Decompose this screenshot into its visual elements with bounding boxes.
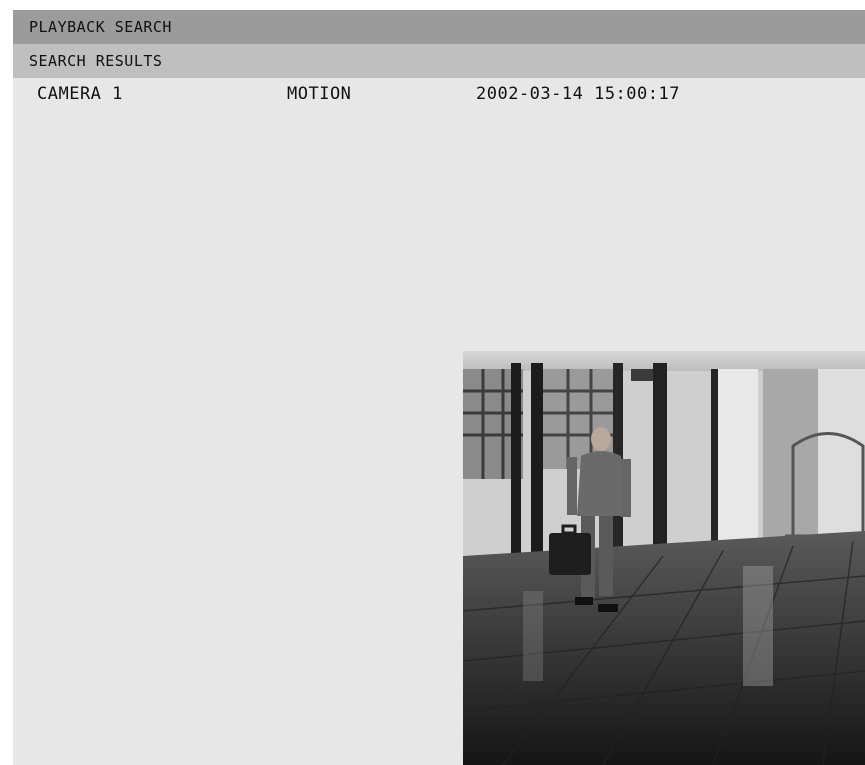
screen-title: PLAYBACK SEARCH <box>29 18 172 36</box>
result-event-type: MOTION <box>287 84 352 104</box>
camera-snapshot-image <box>463 351 865 765</box>
playback-preview[interactable] <box>463 351 865 765</box>
playback-search-screen: PLAYBACK SEARCH SEARCH RESULTS CAMERA 1 … <box>13 10 865 765</box>
result-row[interactable]: CAMERA 1 MOTION 2002-03-14 15:00:17 <box>13 84 865 110</box>
section-header: SEARCH RESULTS <box>13 44 865 78</box>
result-timestamp: 2002-03-14 15:00:17 <box>476 84 680 104</box>
result-camera: CAMERA 1 <box>37 84 123 104</box>
title-bar: PLAYBACK SEARCH <box>13 10 865 44</box>
section-title: SEARCH RESULTS <box>29 52 163 70</box>
